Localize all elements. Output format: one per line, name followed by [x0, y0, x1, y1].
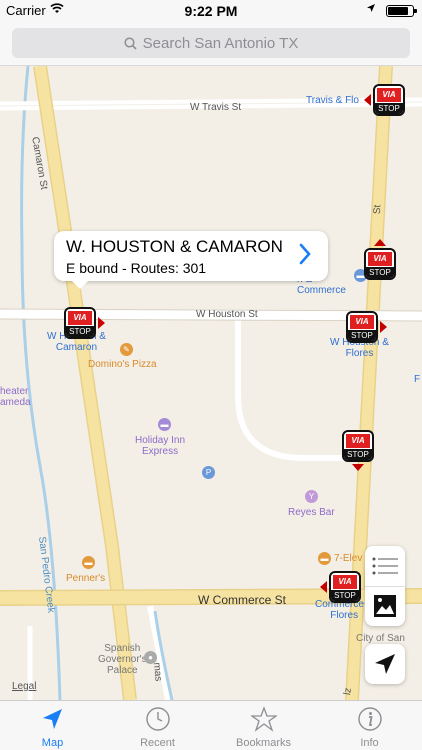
- tab-bar: Map Recent Bookmarks Info: [0, 700, 422, 750]
- bus-stop-marker-flores-north[interactable]: VIA STOP: [364, 248, 396, 280]
- tab-bookmarks[interactable]: Bookmarks: [211, 701, 316, 750]
- street-label-w-houston: W Houston St: [196, 309, 258, 320]
- map-arrow-icon: [40, 706, 66, 732]
- direction-arrow-east: [98, 317, 105, 329]
- direction-arrow-north: [374, 239, 386, 246]
- location-arrow-icon: [375, 654, 395, 674]
- street-label-flores-upper: St: [372, 204, 384, 215]
- star-icon: [249, 706, 279, 732]
- map-controls: [365, 546, 405, 626]
- street-label-bottom: mas: [151, 662, 164, 682]
- poi-reyes-bar[interactable]: Reyes Bar: [288, 507, 335, 518]
- direction-arrow-west: [320, 581, 327, 593]
- poi-dominos[interactable]: Domino's Pizza: [88, 359, 157, 370]
- clock-icon: [145, 706, 171, 732]
- callout-title: W. HOUSTON & CAMARON: [66, 237, 283, 256]
- stop-label-travis-flores: Travis & Flo: [306, 95, 359, 106]
- bus-stop-marker-travis-flores[interactable]: VIA STOP: [373, 84, 405, 116]
- poi-seven-eleven[interactable]: 7-Elev: [334, 553, 362, 564]
- callout-subtitle: E bound - Routes: 301: [66, 260, 207, 276]
- search-bar-container: Search San Antonio TX: [0, 22, 422, 66]
- restaurant-icon: ▬: [82, 556, 95, 569]
- poi-penners[interactable]: Penner's: [66, 573, 105, 584]
- poi-spanish-governors-palace[interactable]: Spanish Governor's Palace: [98, 643, 147, 676]
- map-type-icon[interactable]: [365, 586, 405, 626]
- pizza-icon: ✎: [120, 343, 133, 356]
- tab-info[interactable]: Info: [317, 701, 422, 750]
- chevron-right-icon[interactable]: [298, 243, 312, 265]
- parking-icon: P: [202, 466, 215, 479]
- bus-stop-marker-houston-flores[interactable]: VIA STOP: [346, 311, 378, 343]
- search-placeholder: Search San Antonio TX: [142, 34, 299, 52]
- poi-edge-label: F: [414, 374, 421, 385]
- poi-theater[interactable]: heater ameda: [0, 386, 31, 408]
- status-time: 9:22 PM: [184, 3, 238, 19]
- stop-callout[interactable]: W. HOUSTON & CAMARON E bound - Routes: 3…: [54, 231, 328, 289]
- street-label-w-commerce: W Commerce St: [198, 593, 287, 607]
- current-location-button[interactable]: [365, 644, 405, 684]
- list-icon[interactable]: [365, 546, 405, 586]
- search-icon: [124, 36, 137, 50]
- callout-tail: [72, 281, 88, 289]
- direction-arrow-west: [364, 94, 371, 106]
- status-bar: Carrier 9:22 PM: [0, 0, 422, 22]
- street-label-w-travis: W Travis St: [190, 102, 242, 113]
- bus-stop-marker-commerce-flores[interactable]: VIA STOP: [329, 571, 361, 603]
- bus-stop-marker-houston-camaron[interactable]: VIA STOP: [64, 307, 96, 339]
- poi-holiday-inn[interactable]: Holiday Inn Express: [135, 435, 185, 457]
- direction-arrow-east: [380, 321, 387, 333]
- tab-map[interactable]: Map: [0, 701, 105, 750]
- search-input[interactable]: Search San Antonio TX: [12, 28, 410, 58]
- battery-icon: [386, 5, 417, 17]
- legal-link[interactable]: Legal: [12, 681, 36, 692]
- store-icon: ▬: [318, 552, 331, 565]
- map-view[interactable]: W Travis St Camaron St W Houston St W Co…: [0, 66, 422, 700]
- direction-arrow-south: [352, 464, 364, 471]
- hotel-icon: ▬: [158, 418, 171, 431]
- landmark-icon: ●: [144, 651, 157, 664]
- location-services-icon: [366, 3, 376, 16]
- bus-stop-marker-flores-south[interactable]: VIA STOP: [342, 430, 374, 462]
- bar-icon: Y: [305, 490, 318, 503]
- info-icon: [357, 706, 383, 732]
- tab-recent[interactable]: Recent: [105, 701, 210, 750]
